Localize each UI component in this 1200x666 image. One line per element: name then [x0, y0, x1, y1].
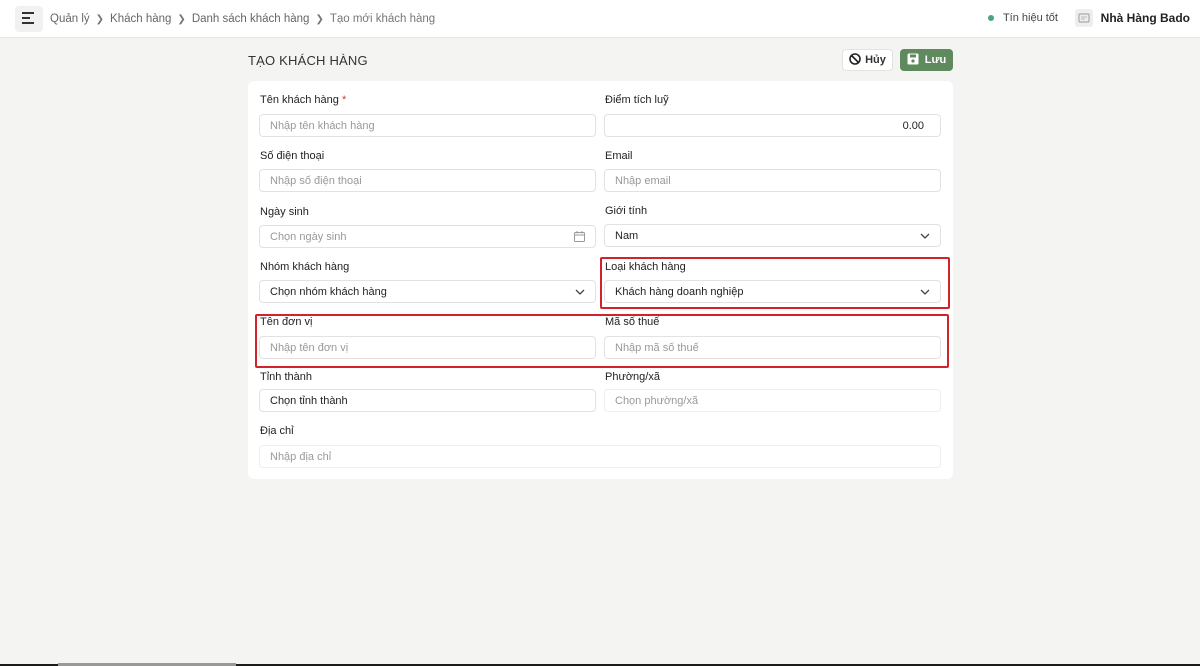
page-title: TẠO KHÁCH HÀNG [248, 53, 368, 68]
gender-label: Giới tính [605, 205, 648, 217]
chevron-right-icon: ❯ [95, 13, 105, 25]
birthday-placeholder: Chọn ngày sinh [270, 230, 347, 243]
email-placeholder: Nhập email [615, 174, 671, 187]
breadcrumb: Quản lý ❯ Khách hàng ❯ Danh sách khách h… [50, 12, 435, 26]
ward-placeholder: Chọn phường/xã [615, 394, 699, 407]
cancel-button[interactable]: Hủy [842, 49, 893, 71]
phone-input[interactable]: Nhập số điện thoại [259, 169, 596, 192]
store-logo-icon [1074, 9, 1093, 27]
connection-status-label: Tín hiệu tốt [1002, 12, 1058, 24]
email-input[interactable]: Nhập email [604, 169, 941, 192]
calendar-icon [574, 231, 585, 242]
company-name-placeholder: Nhập tên đơn vị [270, 341, 349, 354]
company-name-label: Tên đơn vị [260, 316, 313, 328]
email-label: Email [605, 150, 633, 162]
chevron-down-icon [920, 289, 930, 295]
tax-code-label: Mã số thuế [605, 316, 660, 328]
customer-type-value: Khách hàng doanh nghiệp [615, 285, 744, 298]
top-bar: Quản lý ❯ Khách hàng ❯ Danh sách khách h… [0, 0, 1200, 38]
breadcrumb-item-danh-sach[interactable]: Danh sách khách hàng [192, 13, 310, 25]
tax-code-placeholder: Nhập mã số thuế [615, 341, 699, 354]
store-name: Nhà Hàng Bado [1100, 11, 1190, 25]
customer-group-select[interactable]: Chọn nhóm khách hàng [259, 280, 596, 303]
phone-label: Số điện thoại [260, 150, 325, 162]
hamburger-menu-icon [22, 11, 36, 27]
customer-name-label-text: Tên khách hàng [260, 94, 339, 106]
customer-type-select[interactable]: Khách hàng doanh nghiệp [604, 280, 941, 303]
address-input[interactable]: Nhập địa chỉ [259, 445, 941, 468]
points-input[interactable]: 0.00 [604, 114, 941, 137]
required-marker: * [341, 94, 347, 106]
ward-label: Phường/xã [605, 371, 660, 383]
customer-name-input[interactable]: Nhập tên khách hàng [259, 114, 596, 137]
status-dot-icon [987, 15, 994, 21]
save-button[interactable]: Lưu [900, 49, 953, 71]
birthday-label: Ngày sinh [260, 206, 309, 218]
breadcrumb-item-khach-hang[interactable]: Khách hàng [110, 13, 171, 25]
province-select[interactable]: Chọn tỉnh thành [259, 389, 596, 412]
save-button-label: Lưu [924, 54, 947, 66]
cancel-button-label: Hủy [865, 54, 886, 66]
gender-value: Nam [615, 229, 639, 242]
store-selector[interactable]: Nhà Hàng Bado [1074, 9, 1190, 27]
chevron-right-icon: ❯ [315, 13, 324, 25]
chevron-down-icon [575, 289, 585, 295]
address-label: Địa chỉ [260, 425, 294, 437]
province-value: Chọn tỉnh thành [270, 394, 348, 407]
connection-status: Tín hiệu tốt [987, 12, 1058, 24]
phone-placeholder: Nhập số điện thoại [270, 174, 362, 187]
customer-name-label: Tên khách hàng * [260, 94, 346, 106]
points-label: Điểm tích luỹ [605, 94, 669, 106]
birthday-picker[interactable]: Chọn ngày sinh [259, 225, 596, 248]
address-placeholder: Nhập địa chỉ [270, 450, 332, 463]
breadcrumb-current: Tạo mới khách hàng [329, 13, 436, 25]
ban-icon [849, 52, 861, 68]
floppy-disk-icon [907, 53, 919, 68]
points-value: 0.00 [902, 119, 924, 132]
menu-toggle-button[interactable] [15, 6, 43, 32]
customer-name-placeholder: Nhập tên khách hàng [270, 119, 375, 132]
customer-form-card: Tên khách hàng * Nhập tên khách hàng Điể… [248, 81, 953, 479]
customer-group-value: Chọn nhóm khách hàng [270, 285, 387, 298]
tax-code-input[interactable]: Nhập mã số thuế [604, 336, 941, 359]
company-name-input[interactable]: Nhập tên đơn vị [259, 336, 596, 359]
province-label: Tỉnh thành [260, 371, 312, 383]
breadcrumb-item-quan-ly[interactable]: Quản lý [50, 13, 90, 25]
customer-type-label: Loại khách hàng [605, 261, 686, 273]
customer-group-label: Nhóm khách hàng [260, 261, 350, 273]
chevron-right-icon: ❯ [177, 13, 186, 25]
chevron-down-icon [920, 233, 930, 239]
gender-select[interactable]: Nam [604, 224, 941, 247]
ward-select[interactable]: Chọn phường/xã [604, 389, 941, 412]
